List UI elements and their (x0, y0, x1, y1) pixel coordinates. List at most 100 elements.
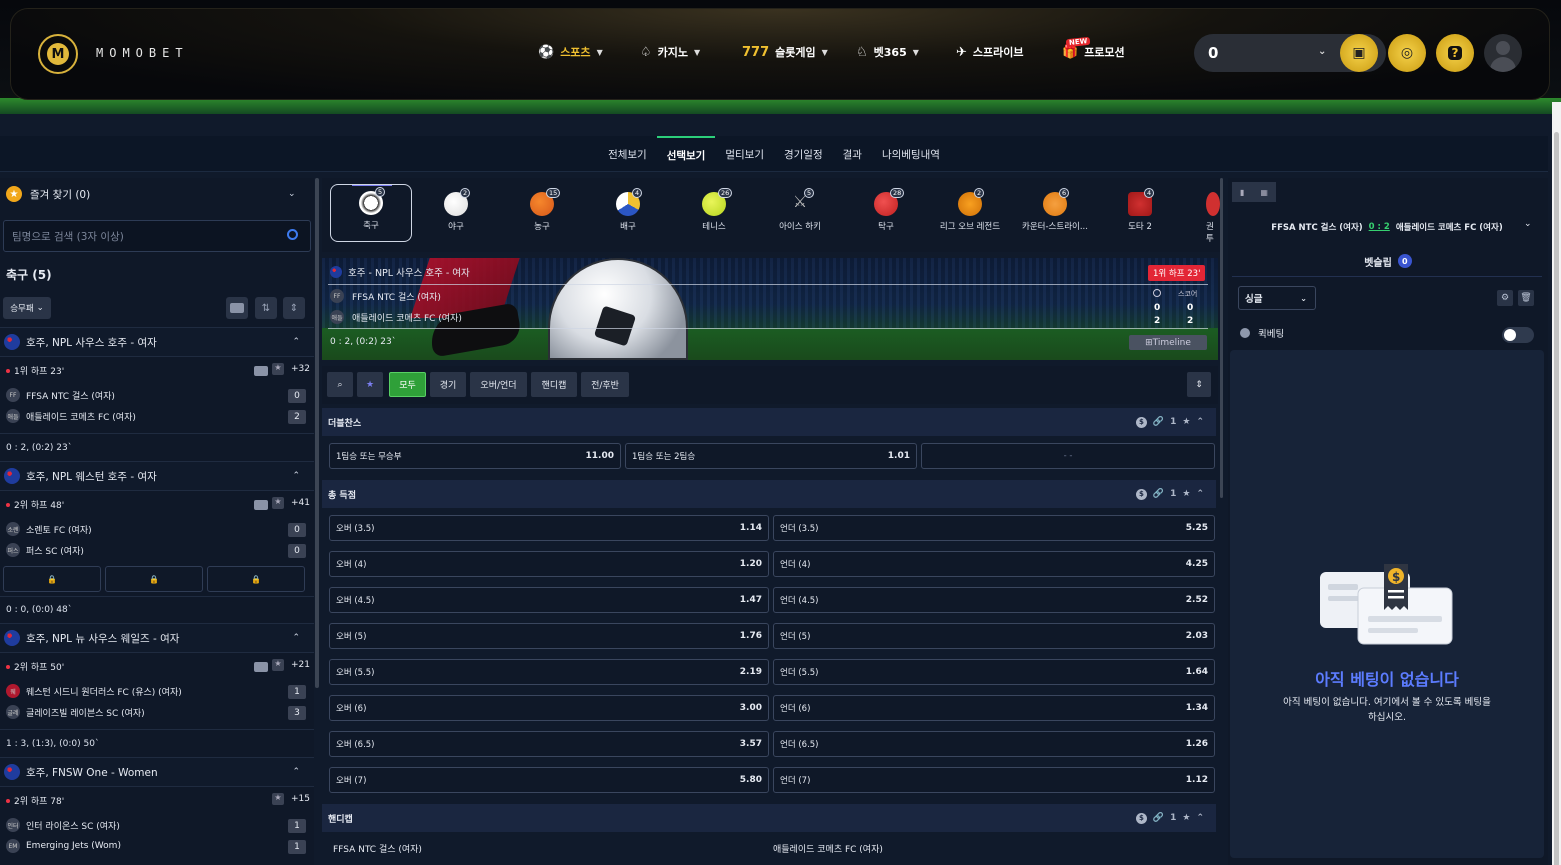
selected-match[interactable]: FFSA NTC 걸스 (여자) 0 : 2 애들레이드 코메츠 FC (여자) (1232, 214, 1542, 240)
league-header[interactable]: 호주, FNSW One - Women ⌃ (0, 757, 314, 787)
collapse-all-button[interactable]: ⇕ (283, 297, 305, 319)
sport-boxing[interactable]: 권투 (1180, 186, 1220, 244)
tab-my-bets[interactable]: 나의베팅내역 (872, 136, 950, 172)
odd-button[interactable]: 언더 (7) 1.12 (773, 767, 1215, 793)
sport-table-tennis[interactable]: 28 탁구 (846, 186, 926, 244)
odd-button[interactable]: 언더 (6) 1.34 (773, 695, 1215, 721)
filter-halves[interactable]: 전/후반 (581, 372, 629, 397)
link-icon[interactable]: 🔗 (1153, 489, 1164, 499)
odd-button[interactable]: 언더 (5.5) 1.64 (773, 659, 1215, 685)
link-icon[interactable]: 🔗 (1153, 417, 1164, 427)
chevron-up-icon[interactable]: ⌃ (1196, 813, 1204, 823)
avatar[interactable] (1484, 34, 1522, 72)
locked-odd-button[interactable]: 🔒 (105, 566, 203, 592)
odd-button[interactable]: 오버 (7) 5.80 (329, 767, 769, 793)
scoreboard-icon[interactable]: ▦ (1260, 188, 1268, 197)
market-filter-select[interactable]: 승무패 ⌄ (3, 297, 51, 319)
filter-match[interactable]: 경기 (430, 372, 466, 397)
chevron-up-icon[interactable]: ⌃ (1196, 489, 1204, 499)
star-icon[interactable]: ★ (1182, 417, 1190, 427)
odd-button[interactable]: 1팀승 또는 무승부 11.00 (329, 443, 621, 469)
nav-sports[interactable]: ⚽ 스포츠 ▼ (538, 44, 603, 60)
star-icon[interactable]: ★ (272, 793, 284, 805)
star-icon[interactable]: ★ (1182, 813, 1190, 823)
more-markets[interactable]: +41 (291, 498, 310, 508)
star-icon[interactable]: ★ (272, 497, 284, 509)
wallet-button[interactable]: ▣ (1340, 34, 1378, 72)
sport-lol[interactable]: 2 리그 오브 레전드 (930, 186, 1010, 244)
odd-button[interactable]: 오버 (4.5) 1.47 (329, 587, 769, 613)
video-filter-button[interactable] (226, 297, 248, 319)
dollar-icon[interactable]: $ (1135, 416, 1147, 428)
dollar-icon[interactable]: $ (1135, 812, 1147, 824)
sport-volleyball[interactable]: 4 배구 (588, 186, 668, 244)
filter-handicap[interactable]: 핸디캡 (531, 372, 577, 397)
favorites-row[interactable]: ★ 즐겨 찾기 (0) (6, 186, 90, 202)
team-search-input[interactable]: 팀명으로 검색 (3자 이상) (3, 220, 311, 252)
odd-button[interactable]: 언더 (6.5) 1.26 (773, 731, 1215, 757)
sport-counter-strike[interactable]: 6 카운터-스트라이... (1015, 186, 1095, 244)
odd-button[interactable]: 오버 (6.5) 3.57 (329, 731, 769, 757)
quick-bet-toggle[interactable] (1502, 327, 1534, 343)
odd-button-empty[interactable]: - - (921, 443, 1215, 469)
sport-basketball[interactable]: 15 농구 (502, 186, 582, 244)
odd-button[interactable]: 오버 (6) 3.00 (329, 695, 769, 721)
odd-button[interactable]: 언더 (3.5) 5.25 (773, 515, 1215, 541)
market-search-button[interactable]: ⌕ (327, 372, 353, 397)
video-icon[interactable]: ▮ (1240, 188, 1244, 197)
market-header[interactable]: 핸디캡 $ 🔗 1 ★ ⌃ (322, 804, 1216, 832)
odd-button[interactable]: 언더 (4) 4.25 (773, 551, 1215, 577)
league-header[interactable]: 호주, NPL 뉴 사우스 웨일즈 - 여자 ⌃ (0, 623, 314, 653)
page-scrollbar[interactable] (1552, 102, 1561, 865)
more-markets[interactable]: +21 (291, 660, 310, 670)
dollar-icon[interactable]: $ (1135, 488, 1147, 500)
filter-all[interactable]: 모두 (389, 372, 426, 397)
odd-button[interactable]: 오버 (5) 1.76 (329, 623, 769, 649)
chevron-up-icon[interactable]: ⌃ (1196, 417, 1204, 427)
star-icon[interactable]: ★ (272, 363, 284, 375)
league-header[interactable]: 호주, NPL 사우스 호주 - 여자 ⌃ (0, 327, 314, 357)
odd-button[interactable]: 오버 (3.5) 1.14 (329, 515, 769, 541)
nav-casino[interactable]: ♤ 카지노 ▼ (640, 44, 700, 60)
tab-all[interactable]: 전체보기 (598, 136, 657, 172)
sport-tennis[interactable]: 26 테니스 (674, 186, 754, 244)
timeline-button[interactable]: ⊞ Timeline (1129, 335, 1207, 350)
favorite-markets-button[interactable]: ★ (357, 372, 383, 397)
star-icon[interactable]: ★ (272, 659, 284, 671)
tab-multi[interactable]: 멀티보기 (715, 136, 774, 172)
sport-dota2[interactable]: 4 도타 2 (1100, 186, 1180, 244)
more-markets[interactable]: +32 (291, 364, 310, 374)
locked-odd-button[interactable]: 🔒 (207, 566, 305, 592)
center-scrollbar[interactable] (1220, 178, 1223, 498)
more-markets[interactable]: +15 (291, 794, 310, 804)
market-header[interactable]: 더블찬스 $ 🔗 1 ★ ⌃ (322, 408, 1216, 436)
video-icon[interactable] (254, 662, 268, 672)
sport-ice-hockey[interactable]: ⚔ 5 아이스 하키 (760, 186, 840, 244)
odd-button[interactable]: 1팀승 또는 2팀승 1.01 (625, 443, 917, 469)
odd-button[interactable]: 오버 (5.5) 2.19 (329, 659, 769, 685)
settings-button[interactable]: ⚙ (1497, 290, 1513, 306)
filter-over-under[interactable]: 오버/언더 (470, 372, 527, 397)
chevron-down-icon[interactable]: ⌄ (1524, 219, 1532, 229)
clear-betslip-button[interactable]: 🗑 (1518, 290, 1534, 306)
sort-button[interactable]: ⇅ (255, 297, 277, 319)
nav-slots[interactable]: 777 슬롯게임 ▼ (742, 44, 828, 60)
tab-selected[interactable]: 선택보기 (656, 136, 716, 172)
logo[interactable]: M (38, 34, 78, 74)
help-button[interactable]: ? (1436, 34, 1474, 72)
link-icon[interactable]: 🔗 (1153, 813, 1164, 823)
league-header[interactable]: 호주, NPL 웨스턴 호주 - 여자 ⌃ (0, 461, 314, 491)
odd-button[interactable]: 언더 (4.5) 2.52 (773, 587, 1215, 613)
odd-button[interactable]: 오버 (4) 1.20 (329, 551, 769, 577)
nav-bet365[interactable]: ♘ 벳365 ▼ (856, 44, 919, 60)
collapse-markets-button[interactable]: ⇕ (1187, 372, 1211, 397)
locked-odd-button[interactable]: 🔒 (3, 566, 101, 592)
bet-type-select[interactable]: 싱글 ⌄ (1238, 286, 1316, 310)
left-scrollbar[interactable] (315, 178, 319, 688)
sport-baseball[interactable]: 2 야구 (416, 186, 496, 244)
star-icon[interactable]: ★ (1182, 489, 1190, 499)
video-icon[interactable] (254, 500, 268, 510)
video-icon[interactable] (254, 366, 268, 376)
tab-schedule[interactable]: 경기일정 (774, 136, 833, 172)
support-button[interactable]: ◎ (1388, 34, 1426, 72)
